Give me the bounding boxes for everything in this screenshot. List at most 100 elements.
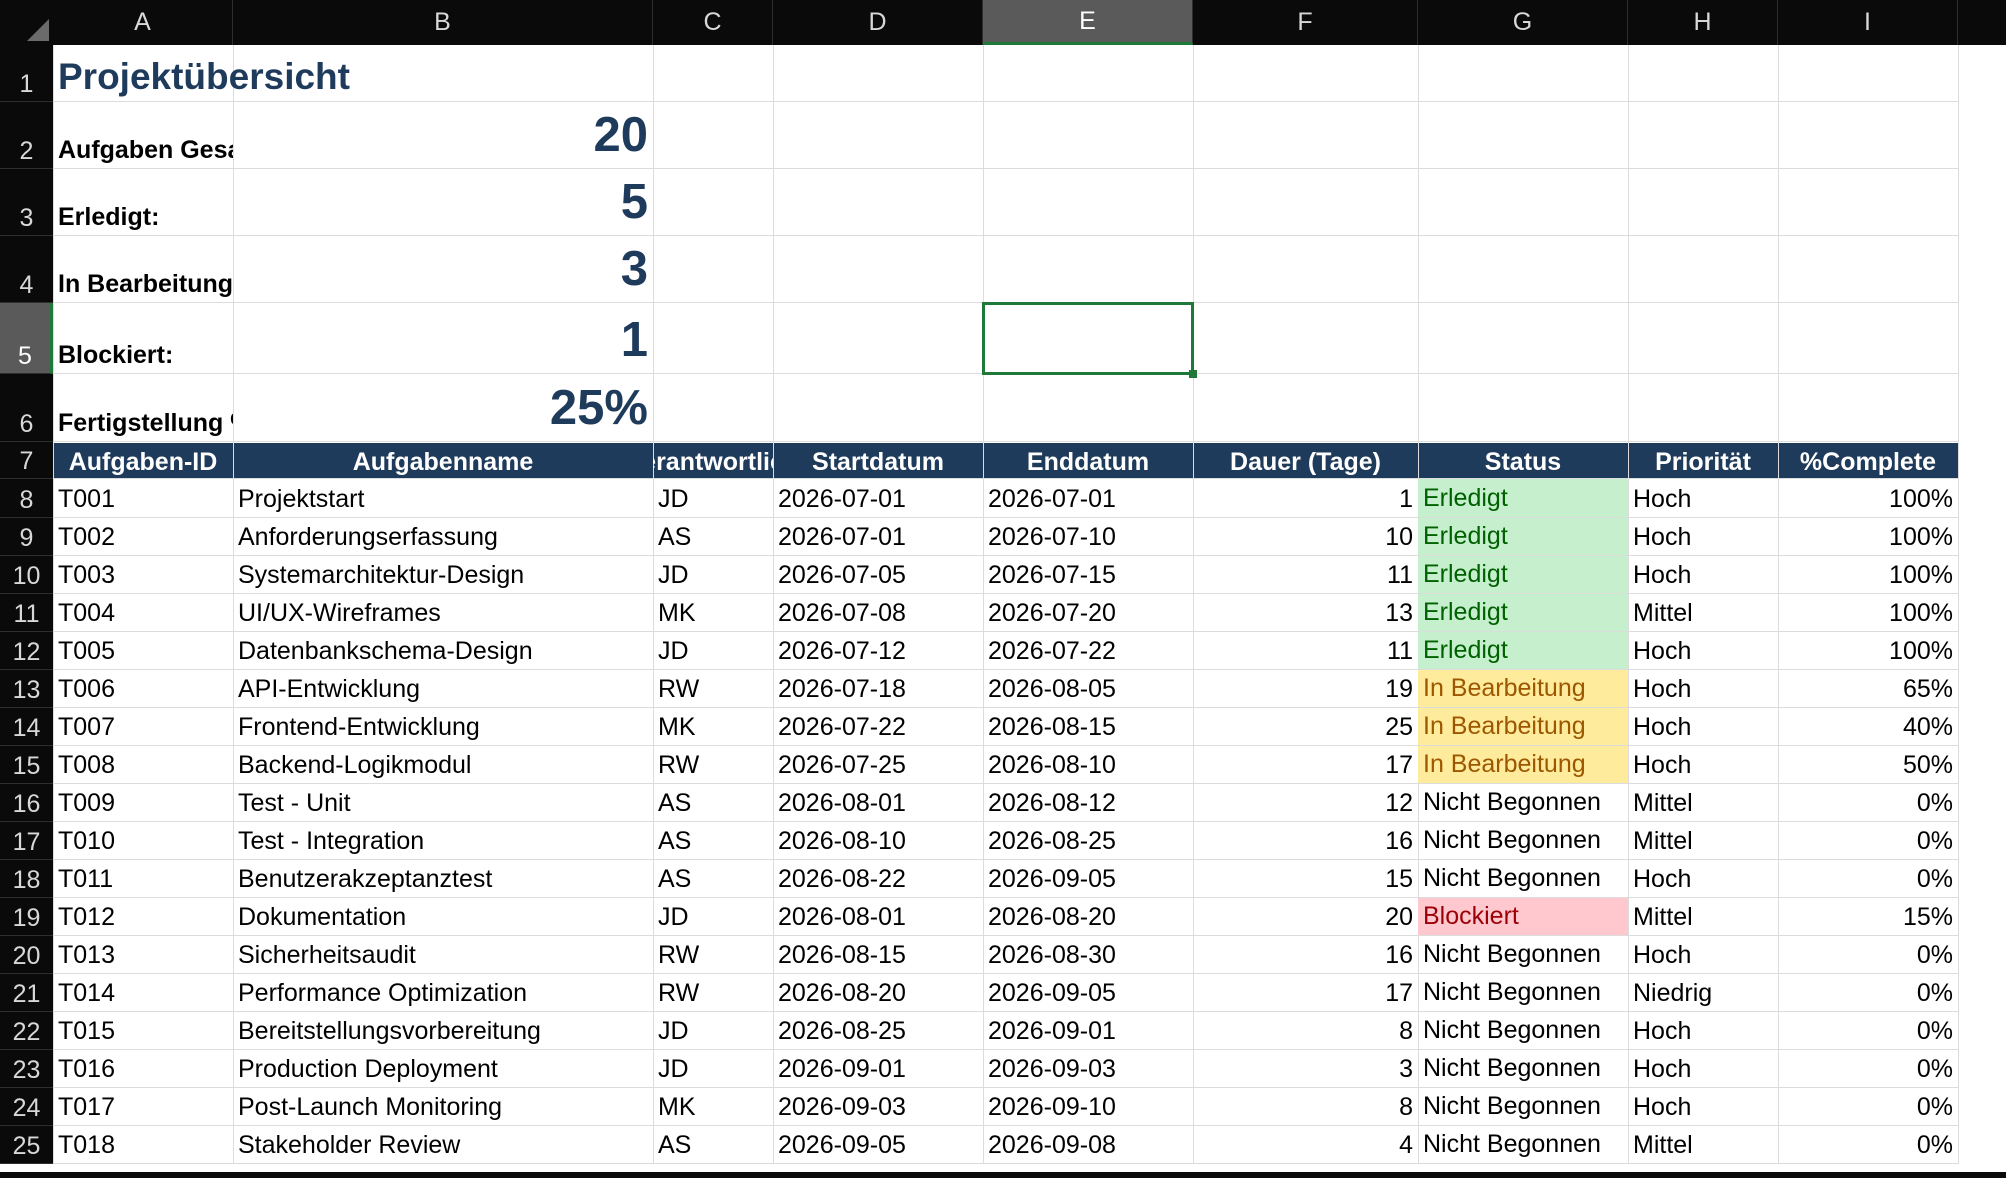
task-owner[interactable]: MK bbox=[653, 1088, 773, 1126]
task-start[interactable]: 2026-08-15 bbox=[773, 936, 983, 974]
task-end[interactable]: 2026-07-20 bbox=[983, 594, 1193, 632]
task-id[interactable]: T001 bbox=[53, 479, 233, 518]
task-name[interactable]: UI/UX-Wireframes bbox=[233, 594, 653, 632]
task-priority[interactable]: Hoch bbox=[1628, 936, 1778, 974]
task-end[interactable]: 2026-07-01 bbox=[983, 479, 1193, 518]
task-duration[interactable]: 12 bbox=[1193, 784, 1418, 822]
task-owner[interactable]: JD bbox=[653, 898, 773, 936]
row-header-1[interactable]: 1 bbox=[0, 45, 53, 102]
task-status[interactable]: Nicht Begonnen bbox=[1418, 822, 1628, 859]
task-status[interactable]: Erledigt bbox=[1418, 479, 1628, 517]
task-id[interactable]: T012 bbox=[53, 898, 233, 936]
task-start[interactable]: 2026-07-25 bbox=[773, 746, 983, 784]
task-duration[interactable]: 8 bbox=[1193, 1012, 1418, 1050]
column-header-e[interactable]: E bbox=[983, 0, 1193, 45]
table-header-6[interactable]: Dauer (Tage) bbox=[1193, 442, 1418, 479]
summary-label[interactable]: Blockiert: bbox=[53, 303, 233, 374]
task-name[interactable]: API-Entwicklung bbox=[233, 670, 653, 708]
task-id[interactable]: T002 bbox=[53, 518, 233, 556]
row-header-4[interactable]: 4 bbox=[0, 236, 53, 303]
column-header-b[interactable]: B bbox=[233, 0, 653, 45]
task-end[interactable]: 2026-08-25 bbox=[983, 822, 1193, 860]
summary-label[interactable]: Erledigt: bbox=[53, 169, 233, 236]
column-header-f[interactable]: F bbox=[1193, 0, 1418, 45]
summary-label[interactable]: Fertigstellung %: bbox=[53, 374, 233, 442]
task-start[interactable]: 2026-08-01 bbox=[773, 784, 983, 822]
task-complete[interactable]: 65% bbox=[1778, 670, 1958, 708]
task-complete[interactable]: 100% bbox=[1778, 556, 1958, 594]
task-end[interactable]: 2026-09-03 bbox=[983, 1050, 1193, 1088]
task-end[interactable]: 2026-07-15 bbox=[983, 556, 1193, 594]
task-name[interactable]: Test - Integration bbox=[233, 822, 653, 860]
task-duration[interactable]: 20 bbox=[1193, 898, 1418, 936]
task-start[interactable]: 2026-07-22 bbox=[773, 708, 983, 746]
row-header-16[interactable]: 16 bbox=[0, 784, 53, 822]
task-end[interactable]: 2026-08-12 bbox=[983, 784, 1193, 822]
task-duration[interactable]: 17 bbox=[1193, 746, 1418, 784]
task-id[interactable]: T004 bbox=[53, 594, 233, 632]
row-header-23[interactable]: 23 bbox=[0, 1050, 53, 1088]
task-name[interactable]: Datenbankschema-Design bbox=[233, 632, 653, 670]
task-start[interactable]: 2026-07-05 bbox=[773, 556, 983, 594]
task-priority[interactable]: Mittel bbox=[1628, 1126, 1778, 1164]
summary-label[interactable]: In Bearbeitung: bbox=[53, 236, 233, 303]
task-complete[interactable]: 100% bbox=[1778, 479, 1958, 518]
row-header-25[interactable]: 25 bbox=[0, 1126, 53, 1164]
row-header-3[interactable]: 3 bbox=[0, 169, 53, 236]
task-id[interactable]: T018 bbox=[53, 1126, 233, 1164]
task-end[interactable]: 2026-07-22 bbox=[983, 632, 1193, 670]
task-priority[interactable]: Hoch bbox=[1628, 708, 1778, 746]
task-complete[interactable]: 0% bbox=[1778, 1012, 1958, 1050]
summary-value[interactable]: 25% bbox=[233, 374, 653, 442]
task-complete[interactable]: 100% bbox=[1778, 632, 1958, 670]
summary-value[interactable]: 1 bbox=[233, 303, 653, 374]
task-status[interactable]: In Bearbeitung bbox=[1418, 746, 1628, 783]
task-priority[interactable]: Hoch bbox=[1628, 1012, 1778, 1050]
task-end[interactable]: 2026-08-20 bbox=[983, 898, 1193, 936]
task-complete[interactable]: 0% bbox=[1778, 1050, 1958, 1088]
task-end[interactable]: 2026-07-10 bbox=[983, 518, 1193, 556]
row-header-9[interactable]: 9 bbox=[0, 518, 53, 556]
task-end[interactable]: 2026-09-08 bbox=[983, 1126, 1193, 1164]
task-duration[interactable]: 11 bbox=[1193, 632, 1418, 670]
column-header-i[interactable]: I bbox=[1778, 0, 1958, 45]
task-status[interactable]: In Bearbeitung bbox=[1418, 708, 1628, 745]
task-complete[interactable]: 0% bbox=[1778, 1088, 1958, 1126]
page-title[interactable]: Projektübersicht bbox=[53, 45, 983, 102]
task-status[interactable]: Erledigt bbox=[1418, 594, 1628, 631]
select-all-corner[interactable] bbox=[0, 0, 53, 45]
task-priority[interactable]: Mittel bbox=[1628, 594, 1778, 632]
row-header-2[interactable]: 2 bbox=[0, 102, 53, 169]
task-complete[interactable]: 0% bbox=[1778, 1126, 1958, 1164]
task-complete[interactable]: 0% bbox=[1778, 860, 1958, 898]
task-id[interactable]: T003 bbox=[53, 556, 233, 594]
task-owner[interactable]: JD bbox=[653, 632, 773, 670]
task-start[interactable]: 2026-07-18 bbox=[773, 670, 983, 708]
task-priority[interactable]: Hoch bbox=[1628, 670, 1778, 708]
task-start[interactable]: 2026-07-01 bbox=[773, 479, 983, 518]
task-end[interactable]: 2026-09-10 bbox=[983, 1088, 1193, 1126]
task-start[interactable]: 2026-08-25 bbox=[773, 1012, 983, 1050]
task-start[interactable]: 2026-09-01 bbox=[773, 1050, 983, 1088]
task-priority[interactable]: Hoch bbox=[1628, 556, 1778, 594]
spreadsheet-grid[interactable]: A B C D E F G H I 1 2 3 4 5 6 7 8 9 10 11 12 13 14 15 16 17 18 19 20… bbox=[0, 0, 2006, 1178]
row-header-6[interactable]: 6 bbox=[0, 374, 53, 442]
task-id[interactable]: T008 bbox=[53, 746, 233, 784]
row-header-24[interactable]: 24 bbox=[0, 1088, 53, 1126]
task-status[interactable]: Nicht Begonnen bbox=[1418, 860, 1628, 897]
task-status[interactable]: Nicht Begonnen bbox=[1418, 936, 1628, 973]
task-owner[interactable]: JD bbox=[653, 556, 773, 594]
task-duration[interactable]: 8 bbox=[1193, 1088, 1418, 1126]
task-duration[interactable]: 16 bbox=[1193, 936, 1418, 974]
task-status[interactable]: Erledigt bbox=[1418, 556, 1628, 593]
task-name[interactable]: Benutzerakzeptanztest bbox=[233, 860, 653, 898]
row-header-20[interactable]: 20 bbox=[0, 936, 53, 974]
task-start[interactable]: 2026-09-05 bbox=[773, 1126, 983, 1164]
task-priority[interactable]: Hoch bbox=[1628, 746, 1778, 784]
task-status[interactable]: Blockiert bbox=[1418, 898, 1628, 935]
task-complete[interactable]: 15% bbox=[1778, 898, 1958, 936]
task-duration[interactable]: 15 bbox=[1193, 860, 1418, 898]
task-name[interactable]: Performance Optimization bbox=[233, 974, 653, 1012]
task-owner[interactable]: RW bbox=[653, 746, 773, 784]
task-owner[interactable]: AS bbox=[653, 518, 773, 556]
